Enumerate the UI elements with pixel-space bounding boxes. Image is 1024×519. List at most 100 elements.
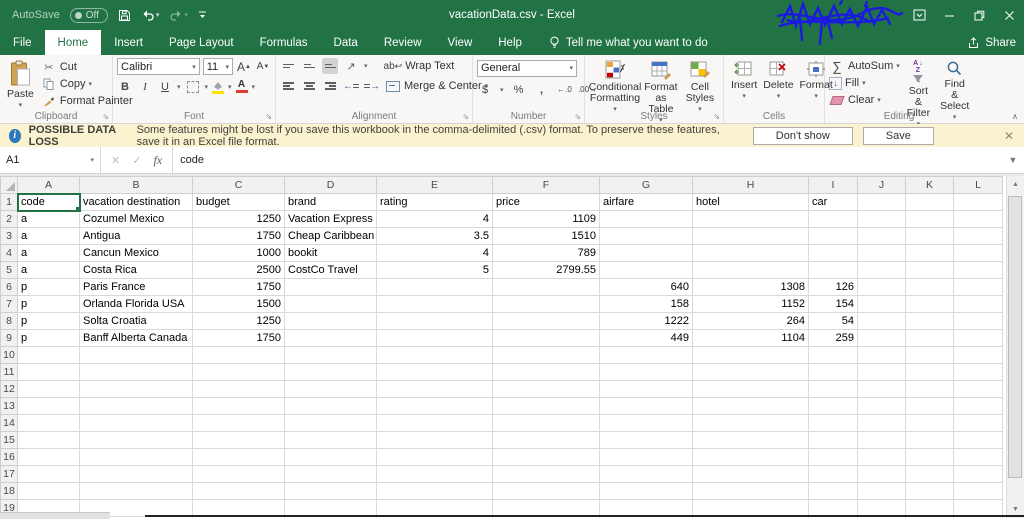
cell-K12[interactable] [905, 380, 954, 398]
tab-help[interactable]: Help [485, 30, 535, 55]
row-header-12[interactable]: 12 [0, 380, 18, 398]
cell-F15[interactable] [492, 431, 600, 449]
fill-dropdown-icon[interactable]: ▾ [862, 79, 866, 87]
cell-G10[interactable] [599, 346, 693, 364]
cell-H17[interactable] [692, 465, 809, 483]
column-header-E[interactable]: E [376, 176, 493, 194]
wrap-text-button[interactable]: ab ↩ Wrap Text [384, 58, 455, 74]
cell-A4[interactable]: a [17, 244, 80, 262]
cell-G18[interactable] [599, 482, 693, 500]
cell-A16[interactable] [17, 448, 80, 466]
tab-review[interactable]: Review [371, 30, 435, 55]
cell-L18[interactable] [953, 482, 1003, 500]
cell-J4[interactable] [857, 244, 906, 262]
tab-page-layout[interactable]: Page Layout [156, 30, 247, 55]
column-header-F[interactable]: F [492, 176, 600, 194]
cell-J1[interactable] [857, 193, 906, 211]
cell-K11[interactable] [905, 363, 954, 381]
cell-C19[interactable] [192, 499, 285, 517]
cell-E4[interactable]: 4 [376, 244, 493, 262]
row-header-8[interactable]: 8 [0, 312, 18, 330]
cell-H9[interactable]: 1104 [692, 329, 809, 347]
cell-E16[interactable] [376, 448, 493, 466]
cell-F10[interactable] [492, 346, 600, 364]
vertical-scrollbar-thumb[interactable] [1008, 196, 1022, 478]
cell-K3[interactable] [905, 227, 954, 245]
cell-I7[interactable]: 154 [808, 295, 858, 313]
clear-dropdown-icon[interactable]: ▾ [877, 96, 881, 104]
orientation-icon[interactable]: ↗ [343, 58, 359, 74]
cell-H6[interactable]: 1308 [692, 278, 809, 296]
cell-D15[interactable] [284, 431, 377, 449]
tab-formulas[interactable]: Formulas [247, 30, 321, 55]
cell-F1[interactable]: price [492, 193, 600, 211]
cell-H3[interactable] [692, 227, 809, 245]
cell-G7[interactable]: 158 [599, 295, 693, 313]
cell-C4[interactable]: 1000 [192, 244, 285, 262]
cell-E8[interactable] [376, 312, 493, 330]
undo-dropdown-icon[interactable]: ▾ [156, 11, 160, 19]
cell-G2[interactable] [599, 210, 693, 228]
font-color-button[interactable]: A [235, 80, 248, 93]
cell-C1[interactable]: budget [192, 193, 285, 211]
cell-I18[interactable] [808, 482, 858, 500]
cell-F3[interactable]: 1510 [492, 227, 600, 245]
cell-H16[interactable] [692, 448, 809, 466]
cell-E6[interactable] [376, 278, 493, 296]
cell-A7[interactable]: p [17, 295, 80, 313]
cell-C3[interactable]: 1750 [192, 227, 285, 245]
row-header-7[interactable]: 7 [0, 295, 18, 313]
column-header-K[interactable]: K [905, 176, 954, 194]
borders-icon[interactable] [185, 79, 201, 95]
cell-G19[interactable] [599, 499, 693, 517]
number-dialog-launcher-icon[interactable]: ⇘ [574, 112, 581, 121]
cell-L16[interactable] [953, 448, 1003, 466]
cell-D7[interactable] [284, 295, 377, 313]
confirm-entry-icon[interactable]: ✓ [132, 154, 141, 167]
cell-D16[interactable] [284, 448, 377, 466]
column-header-J[interactable]: J [857, 176, 906, 194]
cell-F13[interactable] [492, 397, 600, 415]
align-top-icon[interactable] [280, 58, 296, 74]
cell-J11[interactable] [857, 363, 906, 381]
row-header-15[interactable]: 15 [0, 431, 18, 449]
styles-dialog-launcher-icon[interactable]: ⇘ [713, 112, 720, 121]
italic-button[interactable]: I [137, 79, 153, 95]
comma-style-button[interactable]: , [534, 82, 550, 98]
row-header-1[interactable]: 1 [0, 193, 18, 211]
tab-view[interactable]: View [435, 30, 486, 55]
cell-I5[interactable] [808, 261, 858, 279]
cell-J10[interactable] [857, 346, 906, 364]
expand-formula-bar-icon[interactable]: ▼ [1002, 147, 1024, 173]
cell-C12[interactable] [192, 380, 285, 398]
paste-dropdown-icon[interactable]: ▾ [19, 100, 23, 111]
autosave-toggle[interactable]: Off [69, 7, 108, 23]
cell-E10[interactable] [376, 346, 493, 364]
cell-C9[interactable]: 1750 [192, 329, 285, 347]
cell-C18[interactable] [192, 482, 285, 500]
cell-F2[interactable]: 1109 [492, 210, 600, 228]
cell-G13[interactable] [599, 397, 693, 415]
cell-E12[interactable] [376, 380, 493, 398]
cell-B7[interactable]: Orlanda Florida USA [79, 295, 193, 313]
cell-G14[interactable] [599, 414, 693, 432]
cell-L19[interactable] [953, 499, 1003, 517]
cell-K15[interactable] [905, 431, 954, 449]
tab-data[interactable]: Data [321, 30, 371, 55]
cell-H11[interactable] [692, 363, 809, 381]
increase-indent-icon[interactable]: → [364, 78, 380, 94]
cell-I13[interactable] [808, 397, 858, 415]
cell-I12[interactable] [808, 380, 858, 398]
cell-B2[interactable]: Cozumel Mexico [79, 210, 193, 228]
font-size-select[interactable]: 11 ▾ [202, 58, 233, 75]
percent-button[interactable]: % [511, 82, 527, 98]
cell-L8[interactable] [953, 312, 1003, 330]
save-icon[interactable] [118, 9, 131, 22]
cell-C15[interactable] [192, 431, 285, 449]
font-dialog-launcher-icon[interactable]: ⇘ [265, 112, 272, 121]
cell-H10[interactable] [692, 346, 809, 364]
restore-icon[interactable] [964, 0, 994, 30]
cell-I8[interactable]: 54 [808, 312, 858, 330]
cell-E15[interactable] [376, 431, 493, 449]
vertical-scrollbar[interactable]: ▲ ▼ [1006, 176, 1024, 518]
